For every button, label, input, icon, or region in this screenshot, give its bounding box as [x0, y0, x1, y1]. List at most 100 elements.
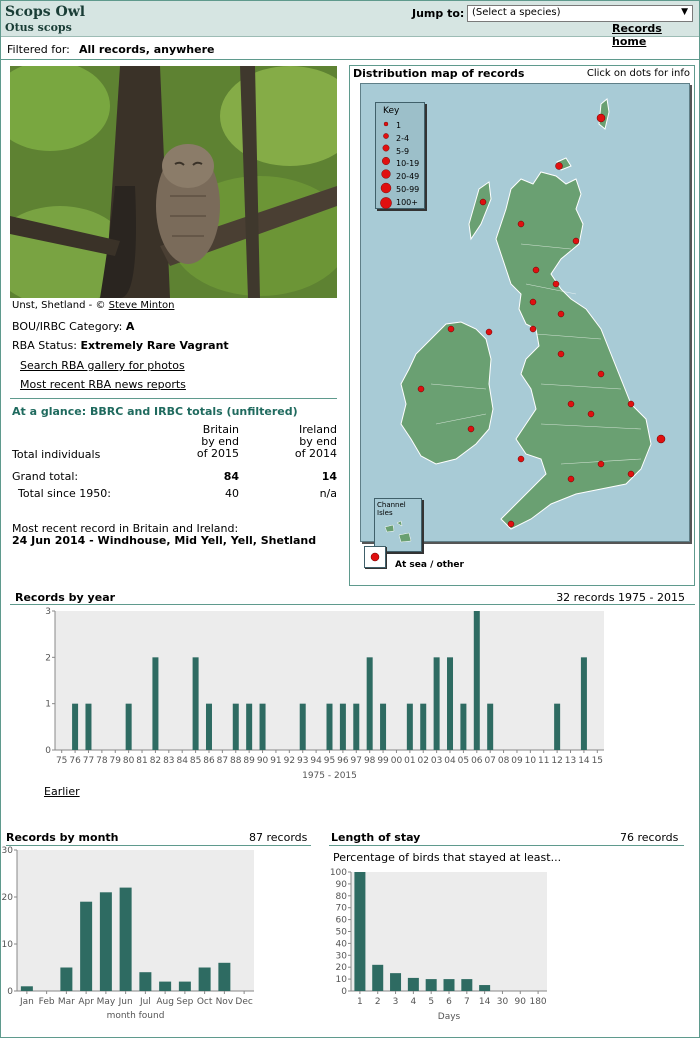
bar[interactable]: [72, 703, 79, 750]
bar[interactable]: [218, 962, 231, 991]
at-sea-inset[interactable]: [364, 546, 386, 568]
x-tick-label: 83: [163, 756, 174, 766]
x-tick-label: 79: [110, 756, 122, 766]
x-tick-label: Aug: [156, 997, 174, 1007]
earlier-link[interactable]: Earlier: [44, 785, 80, 798]
x-tick-label: 6: [446, 997, 452, 1007]
grand-total-ireland: 14: [321, 470, 337, 483]
recent-record-value: 24 Jun 2014 - Windhouse, Mid Yell, Yell,…: [12, 534, 317, 547]
x-tick-label: 86: [203, 756, 215, 766]
bar[interactable]: [443, 979, 455, 991]
news-reports-link[interactable]: Most recent RBA news reports: [20, 378, 186, 391]
hebrides-land: [468, 181, 492, 241]
x-tick-label: 03: [431, 756, 442, 766]
owl-photo[interactable]: [10, 66, 337, 298]
bar[interactable]: [447, 657, 454, 750]
photo-credit-link[interactable]: Steve Minton: [109, 300, 175, 311]
channel-isles-inset[interactable]: Channel Isles: [374, 498, 422, 552]
y-tick-label: 0: [7, 987, 13, 997]
bar[interactable]: [20, 986, 33, 991]
bar[interactable]: [198, 967, 211, 992]
bar[interactable]: [380, 703, 387, 750]
bar[interactable]: [326, 703, 333, 750]
x-tick-label: 95: [324, 756, 335, 766]
key-label: 100+: [396, 197, 418, 207]
x-tick-label: 92: [284, 756, 295, 766]
bar[interactable]: [232, 703, 239, 750]
bar[interactable]: [487, 703, 494, 750]
bar[interactable]: [473, 611, 480, 750]
at-sea-label: At sea / other: [395, 560, 464, 570]
x-tick-label: Jul: [139, 997, 151, 1007]
photo-caption: Unst, Shetland - © Steve Minton: [12, 300, 174, 311]
bar[interactable]: [406, 703, 413, 750]
bar[interactable]: [460, 703, 467, 750]
x-tick-label: 90: [257, 756, 269, 766]
x-tick-label: Feb: [39, 997, 55, 1007]
bar[interactable]: [580, 657, 587, 750]
bou-category: BOU/IRBC Category: A: [12, 320, 134, 333]
gallery-search-link[interactable]: Search RBA gallery for photos: [20, 359, 185, 372]
x-tick-label: Jun: [118, 997, 133, 1007]
rba-label: RBA Status:: [12, 339, 77, 352]
chevron-down-icon: ▼: [681, 7, 688, 17]
divider: [329, 845, 684, 846]
x-tick-label: Mar: [58, 997, 75, 1007]
bar[interactable]: [192, 657, 199, 750]
bar[interactable]: [420, 703, 427, 750]
x-axis-label: Days: [438, 1012, 461, 1022]
bar[interactable]: [479, 985, 491, 991]
species-select[interactable]: (Select a species) ▼: [467, 5, 693, 22]
x-tick-label: 84: [176, 756, 188, 766]
bar[interactable]: [372, 964, 384, 991]
key-label: 1: [396, 121, 402, 130]
x-tick-label: 30: [497, 997, 509, 1007]
bar[interactable]: [259, 703, 266, 750]
bar[interactable]: [152, 657, 159, 750]
x-tick-label: 91: [270, 756, 281, 766]
key-label: 5-9: [396, 146, 410, 156]
distribution-map-panel: Distribution map of records Click on dot…: [349, 65, 695, 586]
x-tick-label: 07: [484, 756, 495, 766]
bar[interactable]: [205, 703, 212, 750]
bar[interactable]: [139, 972, 152, 991]
at-sea-dot: [370, 552, 380, 562]
y-tick-label: 50: [336, 928, 348, 938]
bar[interactable]: [60, 967, 73, 992]
bar[interactable]: [246, 703, 253, 750]
x-tick-label: 08: [498, 756, 510, 766]
x-tick-label: 180: [529, 997, 546, 1007]
bar[interactable]: [125, 703, 132, 750]
key-label: 10-19: [396, 159, 420, 169]
x-tick-label: 12: [551, 756, 562, 766]
bar[interactable]: [433, 657, 440, 750]
bar[interactable]: [366, 657, 373, 750]
bar[interactable]: [85, 703, 92, 750]
bar[interactable]: [339, 703, 346, 750]
bar[interactable]: [353, 703, 360, 750]
bar[interactable]: [461, 979, 473, 991]
records-by-month-count: 87 records: [249, 831, 308, 844]
grand-total-label: Grand total:: [12, 470, 79, 483]
bar[interactable]: [299, 703, 306, 750]
bar[interactable]: [390, 973, 402, 991]
bar[interactable]: [425, 979, 437, 991]
glance-title: At a glance: BBRC and IRBC totals (unfil…: [12, 405, 298, 418]
distribution-map[interactable]: Key 1 2-4 5-9 10-19 20-49 50-99 100+ Cha…: [360, 83, 690, 552]
length-of-stay-chart: 01020304050607080901001 2 3 4 5 6 7 14 30 90 180Da…: [330, 868, 547, 1022]
bar[interactable]: [159, 981, 172, 991]
map-title: Distribution map of records: [353, 67, 525, 80]
x-tick-label: 85: [190, 756, 201, 766]
y-tick-label: 30: [336, 951, 348, 961]
bar[interactable]: [99, 892, 112, 991]
bar[interactable]: [119, 887, 132, 991]
bar[interactable]: [354, 872, 366, 991]
y-tick-label: 0: [341, 987, 347, 997]
bar[interactable]: [554, 703, 561, 750]
x-tick-label: Sep: [176, 997, 193, 1007]
rba-status: RBA Status: Extremely Rare Vagrant: [12, 339, 229, 352]
bar[interactable]: [178, 981, 191, 991]
bar[interactable]: [80, 901, 93, 991]
y-tick-label: 40: [336, 939, 348, 949]
bar[interactable]: [407, 977, 419, 991]
